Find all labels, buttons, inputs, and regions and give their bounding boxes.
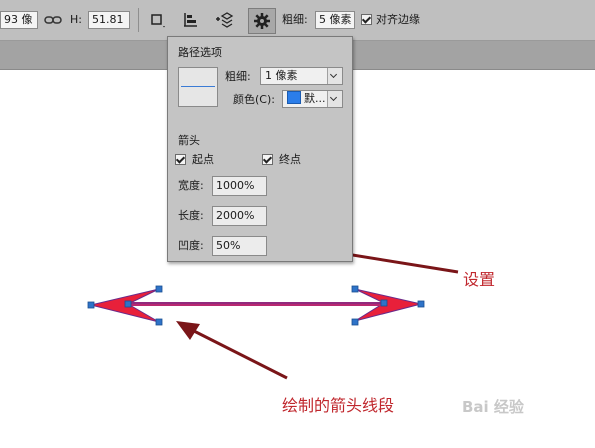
- drawn-arrow-annotation: 绘制的箭头线段: [282, 396, 395, 415]
- chevron-down-icon: [327, 91, 342, 107]
- chevron-down-icon: [327, 68, 342, 84]
- end-checkbox[interactable]: [262, 154, 273, 165]
- end-label: 终点: [279, 153, 301, 166]
- popup-weight-label: 粗细:: [225, 70, 251, 83]
- drawn-arrow-shape[interactable]: [87, 285, 425, 326]
- settings-annotation: 设置: [463, 270, 496, 289]
- start-label: 起点: [192, 153, 214, 166]
- arrow-length-input[interactable]: 2000%: [212, 206, 267, 226]
- start-checkbox[interactable]: [175, 154, 186, 165]
- popup-color-value: 默...: [304, 92, 326, 105]
- stroke-preview: [178, 67, 218, 107]
- width-label: 宽度:: [178, 179, 204, 192]
- color-swatch: [287, 91, 301, 104]
- popup-color-select[interactable]: 默...: [282, 90, 343, 108]
- arrow-width-input[interactable]: 1000%: [212, 176, 267, 196]
- watermark-text: Bai 经验: [462, 398, 524, 416]
- arrow-concavity-input[interactable]: 50%: [212, 236, 267, 256]
- popup-color-label: 颜色(C):: [233, 93, 275, 106]
- arrowheads-section-label: 箭头: [178, 134, 200, 147]
- path-options-popup: 路径选项 粗细: 1 像素 颜色(C): 默... 箭头 起点 终点 宽度: 1…: [167, 36, 353, 262]
- drawn-arrow-pointer-arrow: [176, 321, 288, 380]
- popup-weight-select[interactable]: 1 像素: [260, 67, 343, 85]
- length-label: 长度:: [178, 209, 204, 222]
- popup-weight-value: 1 像素: [265, 69, 298, 82]
- concavity-label: 凹度:: [178, 239, 204, 252]
- popup-title: 路径选项: [178, 46, 222, 59]
